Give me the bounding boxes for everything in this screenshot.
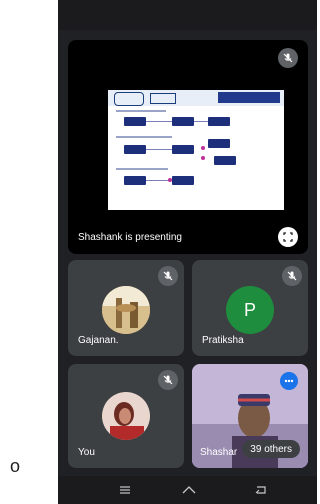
avatar	[102, 286, 150, 334]
avatar: P	[226, 286, 274, 334]
avatar-initial: P	[243, 299, 256, 320]
mic-off-icon	[278, 48, 298, 68]
slide-flow-box	[124, 117, 146, 126]
mic-off-icon	[158, 370, 178, 390]
slide-text-line	[116, 110, 166, 112]
back-icon[interactable]	[252, 482, 270, 498]
others-count-badge[interactable]: 39 others	[242, 440, 300, 458]
participant-name: You	[78, 447, 95, 458]
status-bar	[58, 0, 317, 30]
slide-flow-box	[124, 145, 146, 154]
avatar	[102, 392, 150, 440]
slide-text-line	[116, 136, 172, 138]
side-character: o	[10, 456, 21, 476]
mic-off-icon	[158, 266, 178, 286]
home-icon[interactable]	[180, 482, 198, 498]
meet-screen: Shashank is presenting Gajanan. P Pratik…	[58, 0, 317, 504]
system-navigation-bar	[58, 476, 317, 504]
slide-flow-box	[208, 139, 230, 148]
slide-flow-box	[172, 145, 194, 154]
participant-tile-pratiksha[interactable]: P Pratiksha	[192, 260, 308, 356]
menu-icon[interactable]	[116, 482, 134, 498]
slide-text-line	[116, 168, 168, 170]
participant-name: Gajanan.	[78, 335, 119, 346]
mic-off-icon	[282, 266, 302, 286]
presentation-tile[interactable]: Shashank is presenting	[68, 40, 308, 254]
slide-connector	[146, 121, 172, 122]
fullscreen-icon	[283, 232, 293, 242]
slide-flow-box	[208, 117, 230, 126]
fullscreen-button[interactable]	[278, 227, 298, 247]
slide-flow-box	[172, 176, 194, 185]
more-options-icon[interactable]	[280, 372, 298, 390]
slide-connector	[146, 149, 172, 150]
participant-tile-gajanan[interactable]: Gajanan.	[68, 260, 184, 356]
slide-logo	[150, 93, 176, 104]
participant-name: Pratiksha	[202, 335, 244, 346]
participant-tile-shashank[interactable]: Shashar 39 others	[192, 364, 308, 468]
slide-banner	[218, 92, 280, 103]
participant-name: Shashar	[200, 447, 238, 458]
slide-header	[108, 90, 284, 106]
shared-slide	[108, 90, 284, 210]
slide-connector	[146, 180, 170, 181]
slide-connector	[194, 121, 208, 122]
participant-tile-you[interactable]: You	[68, 364, 184, 468]
slide-logo	[114, 92, 144, 106]
slide-flow-box	[214, 156, 236, 165]
slide-marker	[201, 146, 205, 150]
slide-marker	[201, 156, 205, 160]
slide-flow-box	[124, 176, 146, 185]
slide-flow-box	[172, 117, 194, 126]
presenting-label: Shashank is presenting	[78, 232, 182, 243]
